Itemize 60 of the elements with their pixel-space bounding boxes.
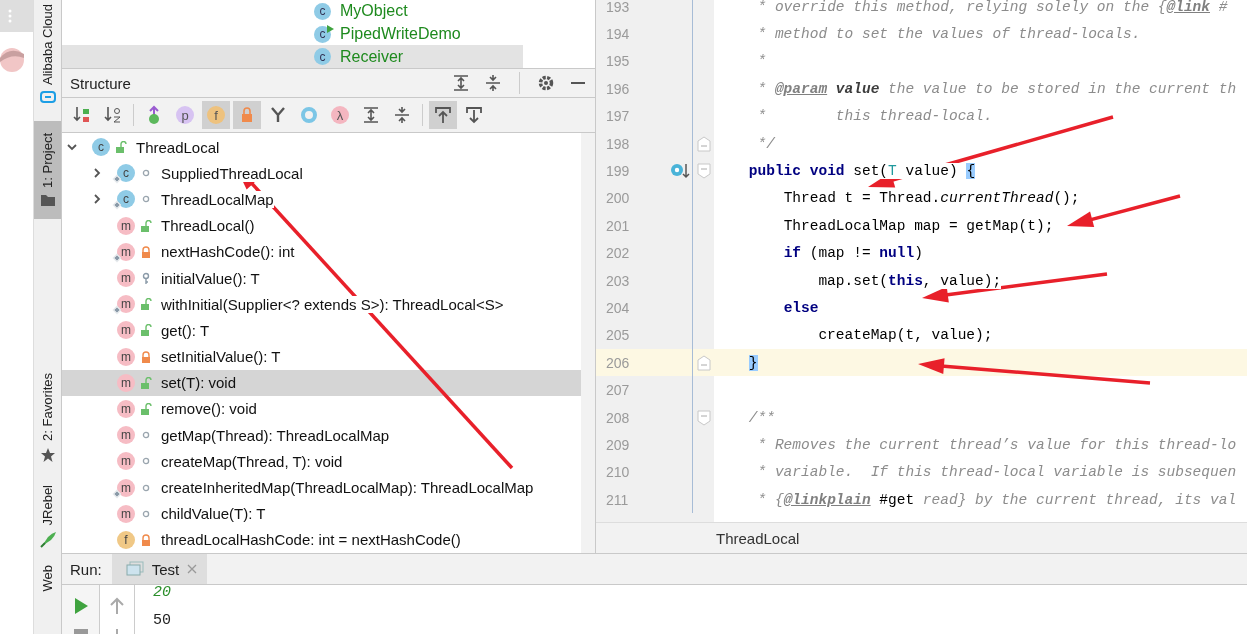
console-icon: [125, 561, 144, 577]
fork-icon: [268, 105, 288, 125]
avatar[interactable]: [0, 46, 26, 74]
settings-icon[interactable]: [537, 74, 555, 92]
arrow-down-icon: [464, 105, 484, 125]
line-number: 193: [605, 0, 631, 17]
folder-icon: [39, 193, 56, 207]
filter-button[interactable]: λ: [326, 101, 354, 129]
play-icon[interactable]: [72, 597, 89, 615]
tool-window-tab[interactable]: JRebel: [34, 480, 61, 554]
line-number: 194: [605, 25, 631, 45]
collapse-all-icon: [392, 105, 412, 125]
line-number: 205: [605, 326, 631, 346]
line-number: 200: [605, 189, 631, 209]
line-number: 196: [605, 79, 631, 99]
sort-alphabetical-icon: [103, 105, 123, 125]
line-number: 203: [605, 271, 631, 291]
arrow-up-icon: [433, 105, 453, 125]
collapse-all-icon[interactable]: [484, 74, 502, 92]
panel-title: Run:: [70, 560, 102, 578]
line-number: 204: [605, 299, 631, 318]
up-arrow-icon[interactable]: [110, 597, 124, 615]
scroll-to-button[interactable]: [429, 101, 457, 129]
line-number: 197: [605, 107, 631, 127]
project-tree-item[interactable]: c PipedWriteDemo: [62, 22, 595, 46]
chevron-right-icon[interactable]: [91, 167, 103, 180]
scrollbar[interactable]: [581, 133, 595, 553]
tool-window-tab[interactable]: Alibaba Cloud: [34, 0, 61, 107]
panel-title: Structure: [70, 74, 131, 92]
filter-button[interactable]: p: [171, 101, 199, 129]
line-number: 201: [605, 216, 631, 236]
expand-all-icon[interactable]: [452, 74, 470, 92]
breadcrumb[interactable]: ThreadLocal: [716, 529, 800, 547]
line-number: 207: [605, 381, 631, 401]
run-tab[interactable]: Test: [111, 554, 208, 584]
line-number: 198: [605, 134, 631, 154]
console-line: 20: [153, 584, 171, 603]
close-icon[interactable]: [187, 564, 198, 574]
sort-icon: [72, 105, 92, 125]
line-number: 211: [605, 490, 630, 510]
ring-icon: [299, 105, 319, 125]
filter-button[interactable]: f: [202, 101, 230, 129]
line-number: 195: [605, 52, 631, 72]
tool-window-tab[interactable]: 1: Project: [34, 120, 61, 219]
line-number: 208: [605, 408, 631, 428]
project-tree-item[interactable]: c MyObject: [62, 0, 595, 23]
line-number: 209: [605, 435, 631, 455]
line-number: 206: [605, 353, 631, 373]
override-icon[interactable]: [670, 162, 690, 181]
line-number: 202: [605, 244, 631, 264]
tool-window-tab[interactable]: 2: Favorites: [34, 368, 61, 467]
line-number: 210: [605, 463, 631, 483]
console-line: 50: [153, 612, 171, 631]
chevron-right-icon[interactable]: [91, 193, 103, 206]
line-number: 199: [605, 162, 631, 182]
tool-window-tab[interactable]: Web: [34, 561, 61, 596]
project-tree-item[interactable]: c Receiver: [62, 45, 523, 68]
star-icon: [39, 446, 56, 463]
expand-all-icon: [361, 105, 381, 125]
structure-tree-item[interactable]: m set(T): void: [62, 369, 581, 396]
